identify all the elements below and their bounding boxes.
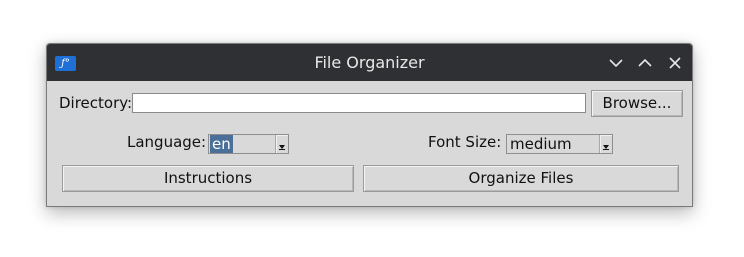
dropdown-arrow-icon[interactable] <box>599 135 612 153</box>
font-size-label: Font Size: <box>428 133 502 151</box>
browse-button[interactable]: Browse... <box>591 90 683 117</box>
dropdown-arrow-icon[interactable] <box>275 135 288 153</box>
app-window: ƒ° File Organizer Directory: Browse... L… <box>46 43 693 207</box>
font-size-select[interactable]: medium <box>506 134 613 154</box>
directory-input[interactable] <box>132 93 586 113</box>
chevron-up-icon <box>638 58 652 67</box>
instructions-button[interactable]: Instructions <box>62 165 354 192</box>
main-panel: Directory: Browse... Language: en Font S… <box>47 81 692 206</box>
window-title: File Organizer <box>314 53 425 72</box>
chevron-down-icon <box>609 59 623 68</box>
maximize-button[interactable] <box>636 54 654 72</box>
language-select[interactable]: en <box>208 134 289 154</box>
minimize-button[interactable] <box>607 54 625 72</box>
language-label: Language: <box>127 133 207 151</box>
font-size-selected-value: medium <box>510 135 572 153</box>
directory-label: Directory: <box>59 94 133 112</box>
close-icon <box>669 57 681 69</box>
organize-files-button[interactable]: Organize Files <box>363 165 679 192</box>
title-bar[interactable]: ƒ° File Organizer <box>47 44 692 81</box>
close-button[interactable] <box>666 54 684 72</box>
language-selected-value: en <box>210 135 233 153</box>
